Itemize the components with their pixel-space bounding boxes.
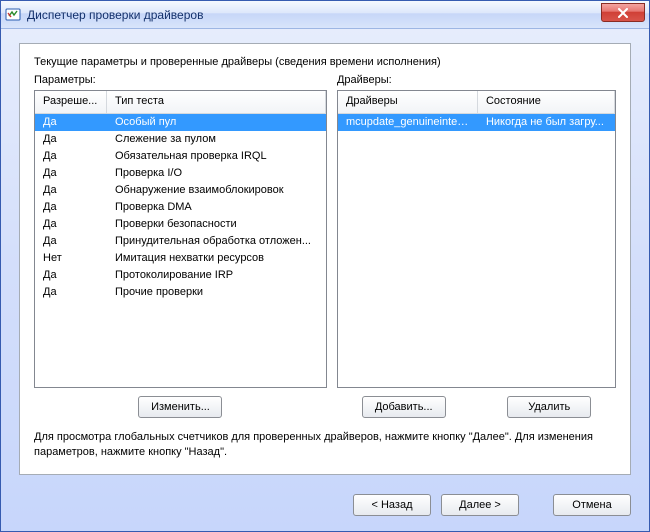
settings-body: ДаОсобый пулДаСлежение за пуломДаОбязате… [35,114,326,387]
settings-row[interactable]: ДаОбнаружение взаимоблокировок [35,182,326,199]
close-button[interactable] [601,3,645,22]
cancel-button[interactable]: Отмена [553,494,631,516]
settings-row[interactable]: НетИмитация нехватки ресурсов [35,250,326,267]
drivers-header-name[interactable]: Драйверы [338,91,478,113]
drivers-cell-1: mcupdate_genuineintel.dll [338,114,478,131]
settings-cell-2: Обязательная проверка IRQL [107,148,326,165]
wizard-footer: < Назад Далее > Отмена [1,485,649,531]
settings-cell-2: Прочие проверки [107,284,326,301]
settings-cell-2: Протоколирование IRP [107,267,326,284]
settings-cell-2: Слежение за пулом [107,131,326,148]
settings-cell-1: Нет [35,250,107,267]
titlebar: Диспетчер проверки драйверов [1,1,649,29]
drivers-header-state[interactable]: Состояние [478,91,615,113]
settings-cell-1: Да [35,267,107,284]
settings-cell-1: Да [35,284,107,301]
client-area: Текущие параметры и проверенные драйверы… [1,29,649,485]
settings-cell-1: Да [35,165,107,182]
settings-row[interactable]: ДаПроверка I/O [35,165,326,182]
settings-cell-2: Обнаружение взаимоблокировок [107,182,326,199]
settings-column: Параметры: Разреше... Тип теста ДаОсобый… [34,74,327,418]
settings-row[interactable]: ДаОсобый пул [35,114,326,131]
settings-cell-2: Имитация нехватки ресурсов [107,250,326,267]
add-button[interactable]: Добавить... [362,396,446,418]
settings-cell-2: Принудительная обработка отложен... [107,233,326,250]
settings-row[interactable]: ДаПроверки безопасности [35,216,326,233]
settings-header: Разреше... Тип теста [35,91,326,114]
settings-row[interactable]: ДаПрочие проверки [35,284,326,301]
drivers-cell-2: Никогда не был загру... [478,114,615,131]
drivers-row[interactable]: mcupdate_genuineintel.dllНикогда не был … [338,114,615,131]
settings-cell-2: Проверка I/O [107,165,326,182]
settings-header-test[interactable]: Тип теста [107,91,326,113]
app-icon [5,7,21,23]
settings-cell-2: Проверка DMA [107,199,326,216]
drivers-button-row: Добавить... Удалить [337,396,616,418]
lists-row: Параметры: Разреше... Тип теста ДаОсобый… [34,74,616,418]
window-title: Диспетчер проверки драйверов [27,8,203,22]
settings-button-row: Изменить... [34,396,327,418]
settings-row[interactable]: ДаОбязательная проверка IRQL [35,148,326,165]
drivers-column: Драйверы: Драйверы Состояние mcupdate_ge… [337,74,616,418]
settings-cell-1: Да [35,131,107,148]
settings-cell-2: Особый пул [107,114,326,131]
panel-heading: Текущие параметры и проверенные драйверы… [34,56,616,68]
inner-panel: Текущие параметры и проверенные драйверы… [19,43,631,475]
back-button[interactable]: < Назад [353,494,431,516]
settings-cell-1: Да [35,182,107,199]
settings-row[interactable]: ДаПроверка DMA [35,199,326,216]
drivers-label: Драйверы: [337,74,616,86]
drivers-header: Драйверы Состояние [338,91,615,114]
window-frame: Диспетчер проверки драйверов Текущие пар… [0,0,650,532]
settings-row[interactable]: ДаСлежение за пулом [35,131,326,148]
hint-text: Для просмотра глобальных счетчиков для п… [34,430,616,460]
settings-cell-1: Да [35,233,107,250]
settings-cell-2: Проверки безопасности [107,216,326,233]
settings-cell-1: Да [35,148,107,165]
close-icon [617,8,629,18]
settings-row[interactable]: ДаПринудительная обработка отложен... [35,233,326,250]
settings-listbox[interactable]: Разреше... Тип теста ДаОсобый пулДаСлеже… [34,90,327,388]
settings-cell-1: Да [35,114,107,131]
settings-label: Параметры: [34,74,327,86]
settings-cell-1: Да [35,216,107,233]
remove-button[interactable]: Удалить [507,396,591,418]
change-button[interactable]: Изменить... [138,396,222,418]
settings-row[interactable]: ДаПротоколирование IRP [35,267,326,284]
next-button[interactable]: Далее > [441,494,519,516]
settings-cell-1: Да [35,199,107,216]
settings-header-enabled[interactable]: Разреше... [35,91,107,113]
drivers-listbox[interactable]: Драйверы Состояние mcupdate_genuineintel… [337,90,616,388]
drivers-body: mcupdate_genuineintel.dllНикогда не был … [338,114,615,387]
